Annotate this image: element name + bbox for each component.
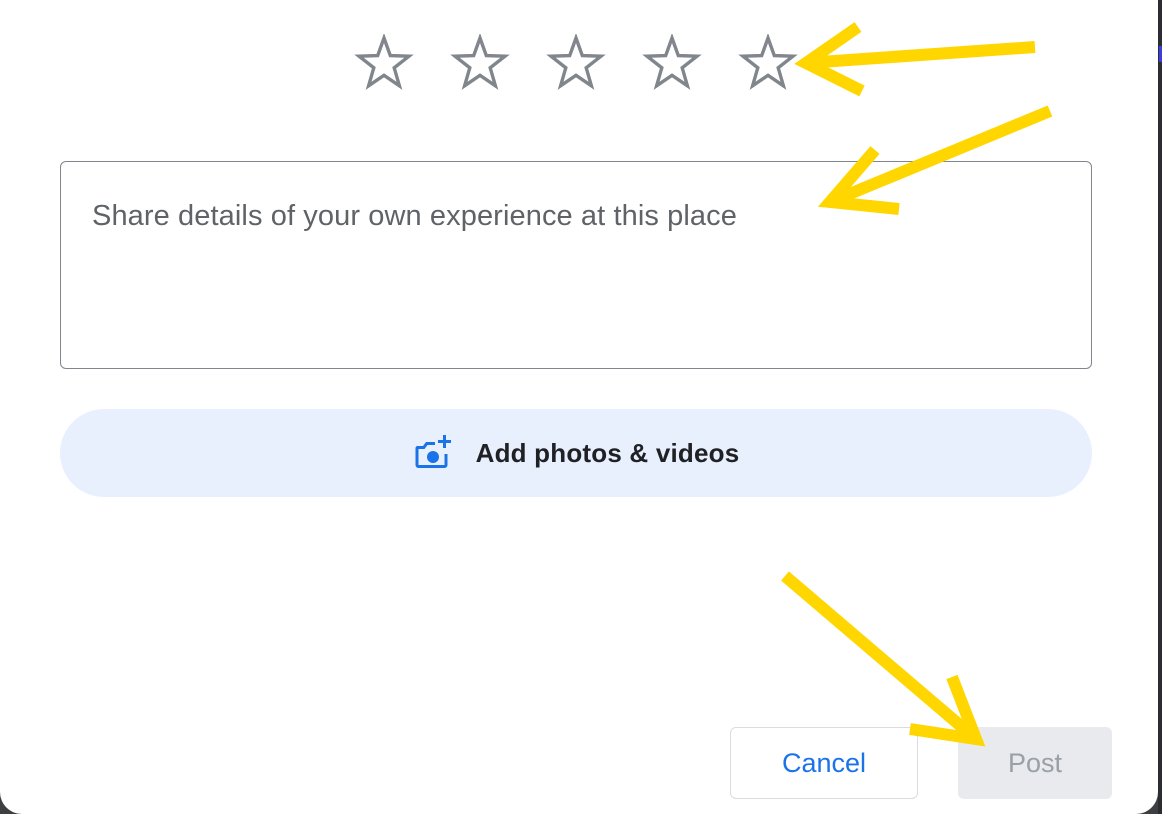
add-photo-icon — [413, 434, 451, 470]
star-4-icon[interactable] — [642, 34, 702, 94]
star-5-icon[interactable] — [738, 34, 798, 94]
star-3-icon[interactable] — [546, 34, 606, 94]
cancel-button[interactable]: Cancel — [730, 727, 918, 799]
review-dialog: Add photos & videos Cancel Post — [0, 0, 1158, 814]
star-1-icon[interactable] — [354, 34, 414, 94]
post-button[interactable]: Post — [958, 727, 1112, 799]
review-field — [60, 161, 1092, 369]
star-rating — [354, 34, 800, 94]
review-textarea[interactable] — [61, 162, 1091, 368]
star-2-icon[interactable] — [450, 34, 510, 94]
add-photos-videos-button[interactable]: Add photos & videos — [60, 409, 1092, 497]
window-edge — [1158, 0, 1162, 814]
add-photos-videos-label: Add photos & videos — [475, 437, 740, 468]
